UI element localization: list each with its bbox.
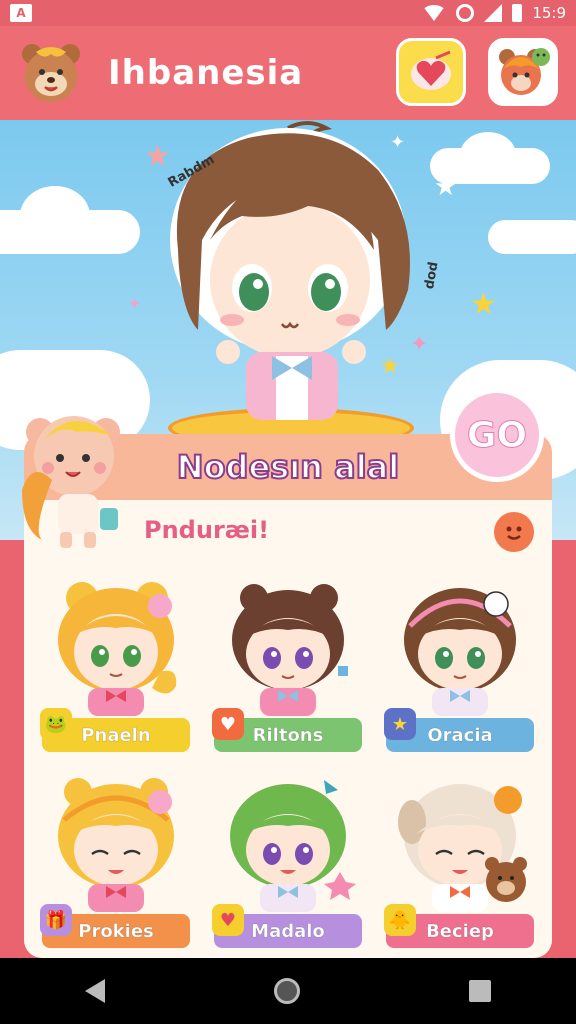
star-badge-icon: ★ xyxy=(384,708,416,740)
character-portrait xyxy=(58,582,177,716)
chick-badge-icon: 🐥 xyxy=(384,904,416,936)
character-slot[interactable]: Prokies 🎁 xyxy=(40,772,190,948)
profile-button[interactable] xyxy=(488,38,558,106)
star-icon: ★ xyxy=(434,172,458,202)
mascot-bear xyxy=(22,416,120,548)
character-slot[interactable]: Riltons ♥ xyxy=(212,576,362,752)
character-slot[interactable]: Madalo ♥ xyxy=(212,772,362,948)
selection-card: Nodesın alal Pnduræi! GO Pnaeln 🐸 Rilton… xyxy=(22,388,552,958)
character-slot[interactable]: Oracia ★ xyxy=(384,576,534,752)
go-button[interactable]: GO xyxy=(450,388,544,482)
bear-logo-icon[interactable] xyxy=(18,40,84,106)
frog-badge-icon: 🐸 xyxy=(40,708,72,740)
star-icon: ✦ xyxy=(128,294,142,313)
cloud xyxy=(460,132,516,178)
back-icon[interactable] xyxy=(84,979,105,1003)
favorites-button[interactable] xyxy=(396,38,466,106)
wifi-icon xyxy=(422,5,447,21)
app-title: Ihbanesia xyxy=(108,53,304,93)
heart-badge-icon: ♥ xyxy=(212,708,244,740)
cloud xyxy=(488,220,576,254)
character-portrait xyxy=(58,778,174,912)
gift-badge-icon: 🎁 xyxy=(40,904,72,936)
clock: 15:9 xyxy=(532,4,566,22)
cloud xyxy=(20,186,90,246)
smiley-icon[interactable] xyxy=(494,512,534,552)
character-portrait xyxy=(404,588,516,716)
bear-profile-icon xyxy=(499,48,550,95)
notification-icon: A xyxy=(10,4,32,22)
character-portrait xyxy=(398,784,527,912)
character-portrait xyxy=(232,584,348,716)
sync-icon xyxy=(456,4,475,22)
hero-caption-right: dod xyxy=(421,260,442,291)
status-bar: A 15:9 xyxy=(0,0,576,26)
signal-icon xyxy=(484,4,503,22)
recents-icon[interactable] xyxy=(469,980,492,1002)
heart-letter-icon xyxy=(411,50,451,90)
battery-icon xyxy=(512,4,523,22)
app-header: Ihbanesia xyxy=(0,26,576,120)
system-nav-bar xyxy=(0,958,576,1024)
home-icon[interactable] xyxy=(273,978,300,1004)
heart-badge-icon: ♥ xyxy=(212,904,244,936)
status-icons: 15:9 xyxy=(422,4,566,22)
character-slot[interactable]: Pnaeln 🐸 xyxy=(40,576,190,752)
character-slot[interactable]: Beciep 🐥 xyxy=(384,772,534,948)
star-icon: ★ xyxy=(470,287,497,322)
character-portrait xyxy=(230,780,356,912)
card-subtitle: Pnduræi! xyxy=(144,516,270,544)
